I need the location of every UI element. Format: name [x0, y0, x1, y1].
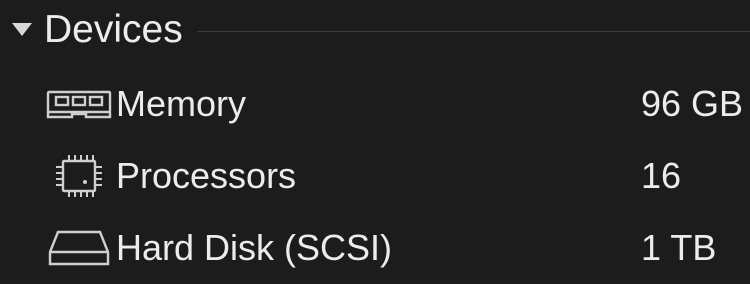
device-row-hard-disk[interactable]: Hard Disk (SCSI) 1 TB [0, 212, 750, 284]
processor-icon [46, 152, 112, 200]
section-divider [196, 30, 750, 32]
device-value: 1 TB [641, 227, 717, 268]
memory-icon [46, 80, 112, 128]
device-name: Memory [116, 83, 247, 124]
devices-section-header[interactable]: Devices [0, 0, 750, 58]
device-row-memory[interactable]: Memory 96 GB [0, 68, 750, 140]
device-value: 16 [641, 155, 682, 196]
section-title: Devices [44, 7, 183, 51]
device-row-processors[interactable]: Processors 16 [0, 140, 750, 212]
device-list: Memory 96 GB Processors 16 Hard Disk (SC… [0, 68, 750, 284]
device-name: Hard Disk (SCSI) [116, 227, 393, 268]
device-value: 96 GB [641, 83, 744, 124]
hard-disk-icon [46, 224, 112, 272]
device-name: Processors [116, 155, 297, 196]
